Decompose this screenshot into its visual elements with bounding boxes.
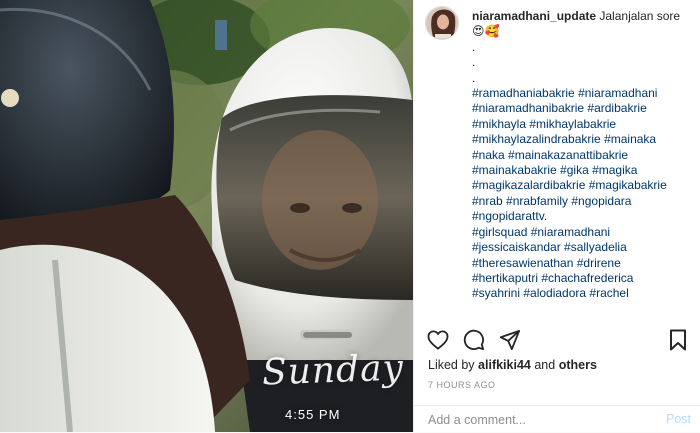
likes-line: Liked by alifkiki44 and others bbox=[428, 358, 597, 372]
hashtag-line[interactable]: #jessicaiskandar #sallyadelia bbox=[472, 240, 698, 255]
avatar[interactable] bbox=[425, 6, 459, 40]
caption-username[interactable]: niaramadhani_update bbox=[472, 9, 596, 23]
caption-line: . bbox=[472, 39, 476, 54]
caption-line: . bbox=[472, 55, 476, 70]
post-photo bbox=[0, 0, 413, 432]
liked-by-others[interactable]: others bbox=[559, 358, 597, 372]
hashtag-line[interactable]: #nrab #nrabfamily #ngopidara bbox=[472, 194, 698, 209]
hashtag-line[interactable]: #mainakabakrie #gika #magika bbox=[472, 163, 698, 178]
liked-by-user[interactable]: alifkiki44 bbox=[478, 358, 531, 372]
caption-emojis: 😍🥰 bbox=[472, 24, 500, 39]
hashtag-line[interactable]: #theresawienathan #drirene bbox=[472, 256, 698, 271]
hashtag-line[interactable]: #ngopidarattv. bbox=[472, 209, 698, 224]
avatar-image bbox=[426, 7, 458, 39]
caption-text: Jalanjalan sore bbox=[599, 9, 681, 23]
post-timestamp[interactable]: 7 HOURS AGO bbox=[428, 380, 496, 390]
post-side-panel: niaramadhani_update Jalanjalan sore 😍🥰 .… bbox=[413, 0, 700, 432]
post-caption: niaramadhani_update Jalanjalan sore 😍🥰 .… bbox=[472, 9, 698, 302]
hashtag-line[interactable]: #girlsquad #niaramadhani bbox=[472, 225, 698, 240]
caption-area: niaramadhani_update Jalanjalan sore 😍🥰 .… bbox=[414, 0, 700, 318]
hashtag-line[interactable]: #naka #mainakazanattibakrie bbox=[472, 148, 698, 163]
likes-and: and bbox=[534, 358, 556, 372]
comment-icon[interactable] bbox=[462, 328, 486, 352]
post-media[interactable]: Sunday 4:55 PM bbox=[0, 0, 413, 432]
share-icon[interactable] bbox=[498, 328, 522, 352]
hashtag-line[interactable]: #niaramadhanibakrie #ardibakrie bbox=[472, 101, 698, 116]
bookmark-icon[interactable] bbox=[666, 328, 690, 352]
hashtag-line[interactable]: #hertikaputri #chachafrederica bbox=[472, 271, 698, 286]
hashtag-line[interactable]: #syahrini #alodiadora #rachel bbox=[472, 286, 698, 301]
hashtag-line[interactable]: #ramadhaniabakrie #niaramadhani bbox=[472, 86, 698, 101]
action-bar bbox=[414, 318, 700, 360]
likes-prefix: Liked by bbox=[428, 358, 475, 372]
hashtag-line[interactable]: #mikhaylazalindrabakrie #mainaka bbox=[472, 132, 698, 147]
instagram-post: Sunday 4:55 PM niaramadhani_update Jalan… bbox=[0, 0, 700, 432]
comment-input[interactable] bbox=[428, 413, 648, 427]
caption-line: . bbox=[472, 70, 476, 85]
hashtag-line[interactable]: #magikazalardibakrie #magikabakrie bbox=[472, 178, 698, 193]
comment-bar: Post bbox=[414, 405, 700, 433]
hashtag-line[interactable]: #mikhayla #mikhaylabakrie bbox=[472, 117, 698, 132]
heart-icon[interactable] bbox=[426, 328, 450, 352]
post-comment-button[interactable]: Post bbox=[666, 412, 691, 426]
